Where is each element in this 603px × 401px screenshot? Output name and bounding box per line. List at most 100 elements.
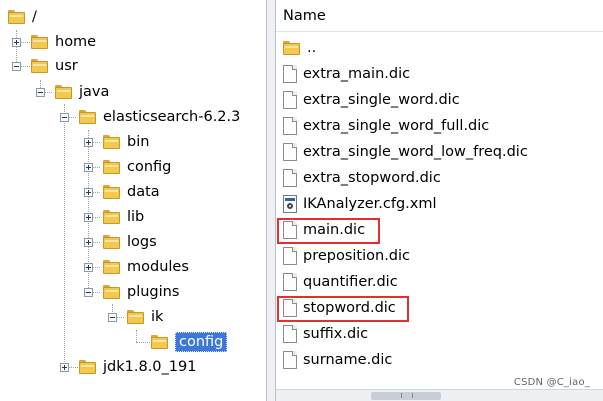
folder-icon xyxy=(151,335,168,349)
tree-line xyxy=(16,30,17,66)
collapse-java-button[interactable] xyxy=(36,88,45,97)
collapse-usr-button[interactable] xyxy=(12,62,21,71)
tree-item-label: elasticsearch-6.2.3 xyxy=(103,109,241,125)
folder-icon xyxy=(103,160,120,174)
file-name: extra_single_word.dic xyxy=(303,92,460,108)
file-name: extra_single_word_low_freq.dic xyxy=(303,144,528,160)
tree-item-home[interactable]: home xyxy=(31,30,96,54)
collapse-ik-button[interactable] xyxy=(108,313,117,322)
expand-bin-button[interactable] xyxy=(84,138,93,147)
tree-item-label: usr xyxy=(55,58,78,74)
folder-icon xyxy=(31,59,48,73)
tree-item-label: java xyxy=(79,84,110,100)
folder-icon xyxy=(103,185,120,199)
tree-item-ik[interactable]: ik xyxy=(127,305,163,329)
file-icon xyxy=(283,65,297,83)
file-icon xyxy=(283,273,297,291)
expand-jdk-button[interactable] xyxy=(60,363,69,372)
folder-tree: / home usr java elasticsearch-6.2.3 bin … xyxy=(0,0,266,401)
expand-logs-button[interactable] xyxy=(84,238,93,247)
expand-config-button[interactable] xyxy=(84,163,93,172)
folder-icon xyxy=(31,35,48,49)
list-item[interactable]: quantifier.dic xyxy=(283,269,398,295)
tree-item-label: modules xyxy=(127,259,189,275)
folder-icon xyxy=(8,10,25,24)
file-icon xyxy=(283,325,297,343)
column-header-label: Name xyxy=(283,8,326,24)
tree-item-plugins[interactable]: plugins xyxy=(103,280,179,304)
file-name: surname.dic xyxy=(303,352,393,368)
file-icon xyxy=(283,351,297,369)
config-file-icon xyxy=(283,195,297,213)
watermark: CSDN @C_iao_ xyxy=(513,377,590,388)
tree-item-usr[interactable]: usr xyxy=(31,54,78,78)
tree-item-data[interactable]: data xyxy=(103,180,160,204)
folder-icon xyxy=(103,135,120,149)
tree-item-bin[interactable]: bin xyxy=(103,130,149,154)
file-icon xyxy=(283,117,297,135)
file-icon xyxy=(283,169,297,187)
collapse-elasticsearch-button[interactable] xyxy=(60,113,69,122)
file-name: extra_main.dic xyxy=(303,66,411,82)
tree-item-ik-config-selected[interactable]: config xyxy=(151,330,228,354)
list-item[interactable]: surname.dic xyxy=(283,347,392,373)
folder-icon xyxy=(127,310,144,324)
pane-splitter[interactable] xyxy=(266,0,276,401)
list-item[interactable]: extra_single_word_low_freq.dic xyxy=(283,139,528,165)
expand-lib-button[interactable] xyxy=(84,213,93,222)
tree-item-lib[interactable]: lib xyxy=(103,205,144,229)
list-item[interactable]: preposition.dic xyxy=(283,243,410,269)
file-name: extra_single_word_full.dic xyxy=(303,118,490,134)
tree-line xyxy=(136,342,150,343)
expand-home-button[interactable] xyxy=(12,38,21,47)
horizontal-scrollbar[interactable] xyxy=(276,389,603,401)
file-icon xyxy=(283,91,297,109)
file-icon xyxy=(283,143,297,161)
tree-item-label: jdk1.8.0_191 xyxy=(103,359,197,375)
tree-item-label: data xyxy=(127,184,160,200)
file-name: extra_stopword.dic xyxy=(303,170,441,186)
list-item-parent[interactable]: .. xyxy=(283,35,316,61)
file-name: IKAnalyzer.cfg.xml xyxy=(303,196,437,212)
list-item[interactable]: extra_stopword.dic xyxy=(283,165,441,191)
file-list: Name .. extra_main.dic extra_single_word… xyxy=(276,0,603,401)
tree-item-elasticsearch[interactable]: elasticsearch-6.2.3 xyxy=(79,105,240,129)
list-item[interactable]: extra_single_word_full.dic xyxy=(283,113,489,139)
tree-item-java[interactable]: java xyxy=(55,80,109,104)
file-name: .. xyxy=(307,40,317,56)
tree-line xyxy=(64,104,65,368)
highlight-box-main-dic xyxy=(277,218,380,244)
list-item[interactable]: extra_main.dic xyxy=(283,61,410,87)
folder-icon xyxy=(103,210,120,224)
tree-item-jdk[interactable]: jdk1.8.0_191 xyxy=(79,355,196,379)
tree-item-config[interactable]: config xyxy=(103,155,171,179)
list-item[interactable]: suffix.dic xyxy=(283,321,368,347)
file-name: suffix.dic xyxy=(303,326,369,342)
tree-item-label: home xyxy=(55,34,97,50)
collapse-plugins-button[interactable] xyxy=(84,288,93,297)
column-header-name[interactable]: Name xyxy=(276,0,603,32)
tree-item-label: logs xyxy=(127,234,157,250)
folder-icon xyxy=(283,41,300,55)
tree-item-label: lib xyxy=(127,209,145,225)
folder-icon xyxy=(79,360,96,374)
tree-item-label: ik xyxy=(151,309,164,325)
expand-modules-button[interactable] xyxy=(84,263,93,272)
tree-line xyxy=(136,330,137,342)
list-item[interactable]: IKAnalyzer.cfg.xml xyxy=(283,191,437,217)
file-name: quantifier.dic xyxy=(303,274,398,290)
folder-icon xyxy=(103,260,120,274)
folder-icon xyxy=(79,110,96,124)
scrollbar-grip-icon xyxy=(401,393,413,398)
tree-item-label: config xyxy=(175,332,228,352)
tree-item-label: config xyxy=(127,159,172,175)
expand-data-button[interactable] xyxy=(84,188,93,197)
tree-item-root[interactable]: / xyxy=(8,5,37,29)
folder-icon xyxy=(103,235,120,249)
tree-item-label: plugins xyxy=(127,284,180,300)
list-item[interactable]: extra_single_word.dic xyxy=(283,87,460,113)
tree-item-logs[interactable]: logs xyxy=(103,230,157,254)
highlight-box-stopword-dic xyxy=(277,296,409,322)
tree-item-modules[interactable]: modules xyxy=(103,255,189,279)
file-icon xyxy=(283,247,297,265)
